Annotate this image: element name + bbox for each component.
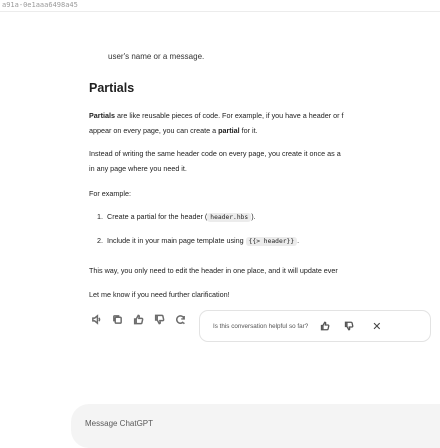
paragraph-line: in any page where you need it. — [89, 164, 187, 173]
message-input[interactable] — [85, 419, 385, 428]
thumbs-up-icon[interactable] — [131, 312, 146, 327]
message-composer — [71, 404, 440, 448]
section-heading: Partials — [89, 81, 135, 95]
feedback-prompt: Is this conversation helpful so far? ✕ — [199, 310, 431, 342]
copy-icon[interactable] — [110, 312, 125, 327]
feedback-question: Is this conversation helpful so far? — [213, 322, 309, 330]
regenerate-icon[interactable] — [173, 312, 188, 327]
list-text: . — [297, 236, 300, 245]
paragraph-text: appear on every page, you can create a — [89, 126, 219, 135]
bold-term-partial: partial — [218, 126, 240, 135]
message-actions — [89, 311, 188, 327]
paragraph-closing: Let me know if you need further clarific… — [89, 290, 230, 299]
feedback-thumbs-up-icon[interactable] — [318, 319, 332, 333]
paragraph-line: Instead of writing the same header code … — [89, 149, 341, 158]
paragraph-instead: Instead of writing the same header code … — [89, 146, 440, 176]
list-item: 2. Include it in your main page template … — [97, 236, 300, 246]
list-item: 1. Create a partial for the header (heade… — [97, 212, 256, 222]
speaker-icon[interactable] — [89, 312, 104, 327]
bold-term-partials: Partials — [89, 111, 115, 120]
inline-code: header.hbs — [207, 213, 252, 222]
example-label: For example: — [89, 189, 131, 198]
list-text: ). — [251, 212, 256, 221]
list-text: Create a partial for the header ( — [107, 212, 208, 221]
paragraph-partials-definition: Partials are like reusable pieces of cod… — [89, 108, 440, 138]
list-number: 1. — [97, 212, 103, 221]
feedback-thumbs-down-icon[interactable] — [342, 319, 356, 333]
paragraph-summary: This way, you only need to edit the head… — [89, 266, 338, 275]
inline-code: {{> header}} — [245, 237, 298, 246]
close-icon[interactable]: ✕ — [372, 320, 381, 333]
list-text: Include it in your main page template us… — [107, 236, 246, 245]
paragraph-text: for it. — [239, 126, 258, 135]
list-number: 2. — [97, 236, 103, 245]
chat-thread: user's name or a message. Partials Parti… — [0, 0, 440, 448]
previous-message-fragment: user's name or a message. — [108, 52, 205, 61]
paragraph-text: are like reusable pieces of code. For ex… — [114, 111, 344, 120]
thumbs-down-icon[interactable] — [152, 312, 167, 327]
